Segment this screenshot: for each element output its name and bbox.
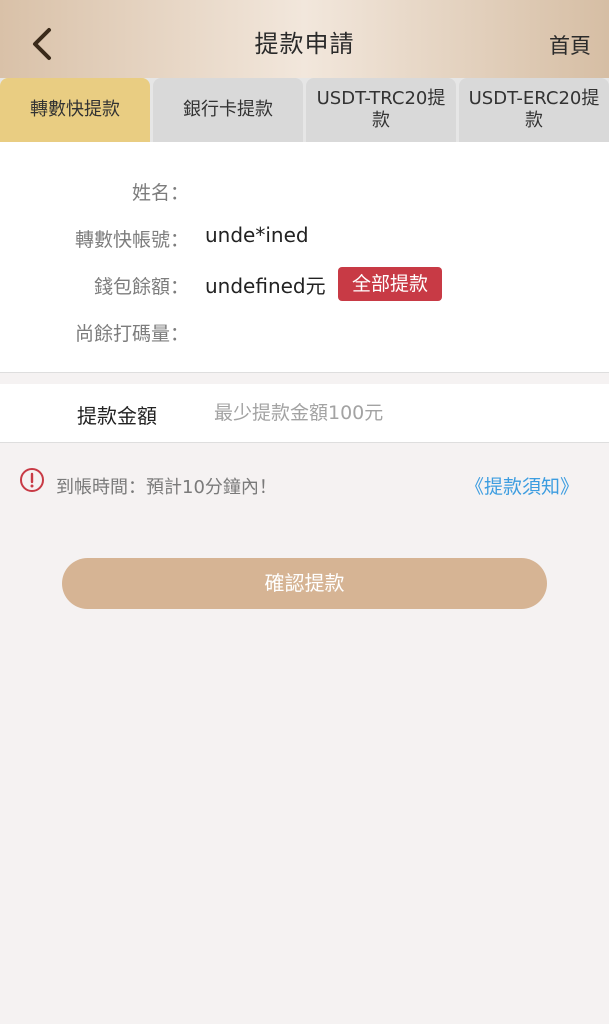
- balance-label: 錢包餘額：: [93, 276, 189, 298]
- arrival-time-notice: 到帳時間：預計10分鐘內！: [56, 477, 277, 498]
- account-label: 轉數快帳號：: [74, 229, 189, 251]
- amount-row: 提款金額: [0, 384, 609, 442]
- alert-circle-icon: [20, 468, 44, 492]
- header-bar: 提款申請 首頁: [0, 0, 609, 82]
- name-row: 姓名：: [0, 170, 609, 210]
- tab-bank-card-withdraw[interactable]: 銀行卡提款: [153, 78, 303, 142]
- tab-usdt-erc20-withdraw[interactable]: USDT-ERC20提款: [459, 78, 609, 142]
- withdraw-all-button[interactable]: 全部提款: [338, 267, 443, 301]
- name-label: 姓名：: [131, 182, 189, 204]
- tab-bar: 轉數快提款 銀行卡提款 USDT-TRC20提款 USDT-ERC20提款: [0, 78, 609, 142]
- balance-row: 錢包餘額： undefined元 全部提款: [0, 264, 609, 304]
- divider: [0, 442, 609, 443]
- account-row: 轉數快帳號： unde*ined: [0, 217, 609, 257]
- amount-label: 提款金額: [77, 404, 157, 428]
- tab-usdt-trc20-withdraw[interactable]: USDT-TRC20提款: [306, 78, 456, 142]
- confirm-withdraw-button[interactable]: 確認提款: [62, 558, 547, 609]
- amount-input[interactable]: [214, 394, 574, 432]
- page-title: 提款申請: [254, 30, 355, 58]
- remaining-turnover-row: 尚餘打碼量：: [0, 311, 609, 351]
- remaining-turnover-label: 尚餘打碼量：: [74, 323, 189, 345]
- tab-fps-withdraw[interactable]: 轉數快提款: [0, 78, 150, 142]
- account-value: unde*ined: [205, 223, 309, 247]
- balance-value: undefined元: [205, 274, 326, 298]
- divider: [0, 372, 609, 373]
- home-button[interactable]: 首頁: [549, 30, 591, 60]
- withdraw-terms-link[interactable]: 《提款須知》: [465, 472, 579, 499]
- account-info-card: 姓名： 轉數快帳號： unde*ined 錢包餘額： undefined元 全部…: [0, 142, 609, 373]
